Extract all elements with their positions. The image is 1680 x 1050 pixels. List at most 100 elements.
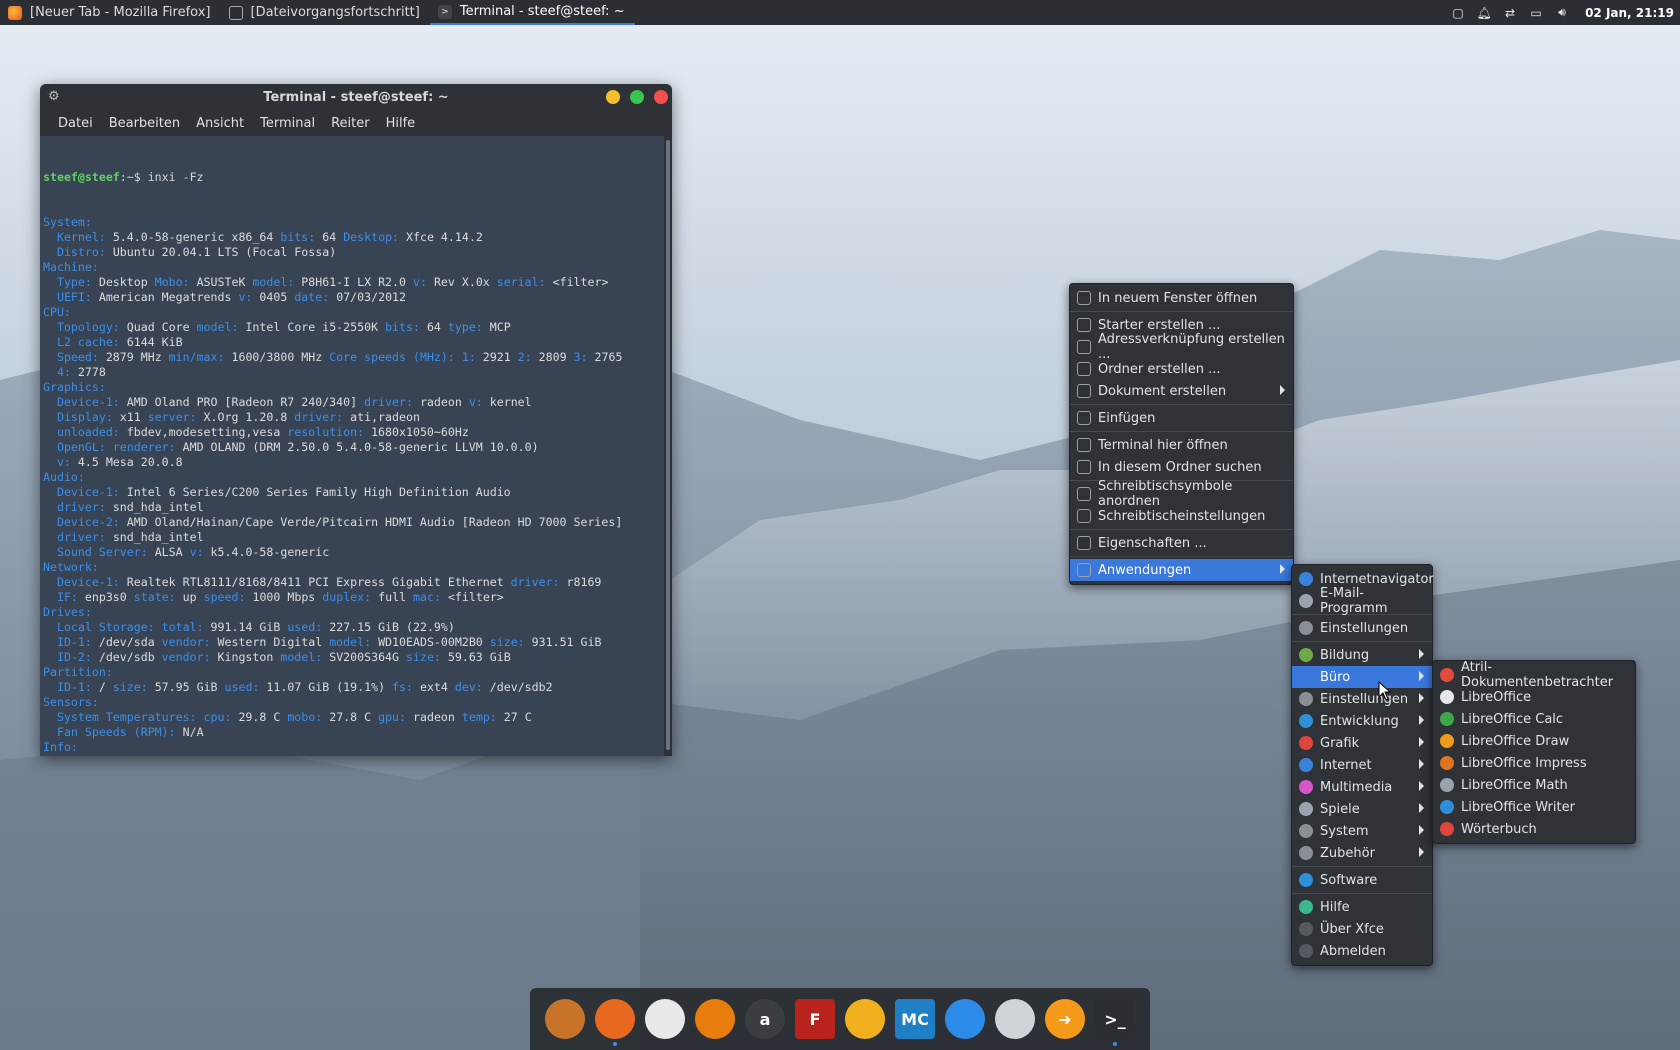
taskbar-item-terminal[interactable]: > Terminal - steef@steef: ~ <box>429 0 635 25</box>
apps-menu-item-grafik[interactable]: Grafik <box>1292 732 1432 754</box>
output-key: size: <box>112 680 155 694</box>
office-menu-item-libreoffice-writer[interactable]: LibreOffice Writer <box>1433 796 1635 818</box>
context-menu-item-adressverknupfung-erstellen[interactable]: Adressverknüpfung erstellen ... <box>1070 332 1293 362</box>
output-key: Kernel: <box>43 230 113 244</box>
clipboard-icon[interactable]: ▢ <box>1451 6 1465 20</box>
menu-hilfe[interactable]: Hilfe <box>378 116 424 131</box>
finder-face-icon[interactable] <box>945 999 985 1039</box>
output-value: AMD Oland/Hainan/Cape Verde/Pitcairn HDM… <box>126 515 623 529</box>
menu-reiter[interactable]: Reiter <box>323 116 378 131</box>
taskbar-item-file-progress[interactable]: [Dateivorgangsfortschritt] <box>221 0 430 25</box>
apps-menu-item-einstellungen[interactable]: Einstellungen <box>1292 688 1432 710</box>
apps-menu-item-software[interactable]: Software <box>1292 869 1432 891</box>
apps-menu-item-zubehor[interactable]: Zubehör <box>1292 842 1432 864</box>
terminal-dock-icon[interactable]: >_ <box>1095 999 1135 1046</box>
context-menu-item-ordner-erstellen[interactable]: Ordner erstellen ... <box>1070 358 1293 380</box>
apps-menu-item-spiele[interactable]: Spiele <box>1292 798 1432 820</box>
output-key: 4: <box>43 365 78 379</box>
office-menu-item-libreoffice-calc[interactable]: LibreOffice Calc <box>1433 708 1635 730</box>
close-button[interactable] <box>654 90 668 104</box>
output-key: Sensors: <box>43 695 99 709</box>
output-value: WD10EADS-00M2B0 <box>378 635 490 649</box>
output-key: Shell: <box>525 755 574 756</box>
minimize-button[interactable] <box>606 90 620 104</box>
office-menu-item-libreoffice-impress[interactable]: LibreOffice Impress <box>1433 752 1635 774</box>
maximize-button[interactable] <box>630 90 644 104</box>
network-icon[interactable]: ⇄ <box>1503 6 1517 20</box>
volume-icon[interactable]: 🔊︎ <box>1555 5 1569 20</box>
output-key: resolution: <box>287 425 372 439</box>
terminal-output[interactable]: steef@steef:~$ inxi -Fz System: Kernel: … <box>40 136 664 756</box>
output-value: Quad Core <box>126 320 197 334</box>
top-panel: [Neuer Tab - Mozilla Firefox] [Dateivorg… <box>0 0 1680 25</box>
office-menu-item-libreoffice[interactable]: LibreOffice <box>1433 686 1635 708</box>
trash-icon[interactable] <box>995 999 1035 1039</box>
apps-menu-item-system[interactable]: System <box>1292 820 1432 842</box>
apps-menu-item-uber-xfce[interactable]: Über Xfce <box>1292 918 1432 940</box>
shotwell-icon[interactable] <box>545 999 585 1039</box>
apps-menu-item-einstellungen[interactable]: Einstellungen <box>1292 617 1432 639</box>
apps-menu-item-internet[interactable]: Internet <box>1292 754 1432 776</box>
mouse-pointer-icon <box>1378 681 1392 701</box>
menu-bearbeiten[interactable]: Bearbeiten <box>101 116 188 131</box>
notification-bell-icon[interactable]: 🔔︎ <box>1476 6 1491 20</box>
office-menu-item-worterbuch[interactable]: Wörterbuch <box>1433 818 1635 840</box>
battery-icon[interactable]: ▭ <box>1529 6 1543 20</box>
context-menu-item-einfugen[interactable]: Einfügen <box>1070 407 1293 429</box>
firefox-icon[interactable] <box>595 999 635 1046</box>
context-menu-item-schreibtischeinstellungen[interactable]: Schreibtischeinstellungen <box>1070 505 1293 527</box>
dock-item-glyph: >_ <box>1104 1009 1126 1029</box>
terminal-line: ID-2: /dev/sdb vendor: Kingston model: S… <box>43 650 661 665</box>
apps-menu-item-multimedia[interactable]: Multimedia <box>1292 776 1432 798</box>
context-menu-item-schreibtischsymbole-anordnen[interactable]: Schreibtischsymbole anordnen <box>1070 479 1293 509</box>
filezilla-icon[interactable]: F <box>795 999 835 1039</box>
menu-ansicht[interactable]: Ansicht <box>188 116 252 131</box>
context-menu-item-dokument-erstellen[interactable]: Dokument erstellen <box>1070 380 1293 402</box>
office-menu-item-libreoffice-math[interactable]: LibreOffice Math <box>1433 774 1635 796</box>
output-key: Graphics: <box>43 380 106 394</box>
output-key: driver: <box>294 410 351 424</box>
menu-terminal[interactable]: Terminal <box>252 116 323 131</box>
office-icon <box>1299 670 1313 684</box>
arrow-app-icon[interactable]: ➜ <box>1045 999 1085 1039</box>
dock: a F MC ➜ >_ <box>530 988 1150 1050</box>
context-menu-item-in-diesem-ordner-suchen[interactable]: In diesem Ordner suchen <box>1070 456 1293 478</box>
context-menu-item-eigenschaften[interactable]: Eigenschaften ... <box>1070 532 1293 554</box>
output-key: speed: <box>203 590 253 604</box>
taskbar-item-firefox[interactable]: [Neuer Tab - Mozilla Firefox] <box>0 0 221 25</box>
context-menu-item-terminal-hier-offnen[interactable]: Terminal hier öffnen <box>1070 434 1293 456</box>
context-menu-item-anwendungen[interactable]: Anwendungen <box>1070 559 1293 581</box>
draw-icon <box>1440 734 1454 748</box>
output-value: ati,radeon <box>350 410 420 424</box>
terminal-titlebar[interactable]: ⚙ Terminal - steef@steef: ~ <box>40 84 672 110</box>
terminal-line: System: <box>43 215 661 230</box>
clock[interactable]: 02 Jan, 21:19 <box>1585 6 1674 20</box>
output-key: Network: <box>43 560 99 574</box>
output-value: <filter> <box>447 590 504 604</box>
output-value: 5.4.0-58-generic x86_64 <box>112 230 281 244</box>
flame-app-icon[interactable] <box>845 999 885 1039</box>
apps-menu-item-buro[interactable]: Büro <box>1292 666 1432 688</box>
context-menu-item-in-neuem-fenster-offnen[interactable]: In neuem Fenster öffnen <box>1070 287 1293 309</box>
office-menu-item-libreoffice-draw[interactable]: LibreOffice Draw <box>1433 730 1635 752</box>
apps-menu-item-entwicklung[interactable]: Entwicklung <box>1292 710 1432 732</box>
gear-icon[interactable]: ⚙ <box>48 89 60 104</box>
apps-menu-item-abmelden[interactable]: Abmelden <box>1292 940 1432 962</box>
at-sign-app-icon[interactable]: a <box>745 999 785 1039</box>
scrollbar-thumb[interactable] <box>666 140 670 750</box>
office-menu-item-atril-dokumentenbetrachter[interactable]: Atril-Dokumentenbetrachter <box>1433 660 1635 690</box>
apps-menu-item-bildung[interactable]: Bildung <box>1292 644 1432 666</box>
white-circle-app-icon[interactable] <box>645 999 685 1039</box>
output-key: v: <box>468 395 490 409</box>
settings-icon <box>1299 621 1313 635</box>
blender-icon[interactable] <box>695 999 735 1039</box>
impress-icon <box>1440 756 1454 770</box>
output-key: type: <box>447 320 490 334</box>
apps-menu-item-e-mail-programm[interactable]: E-Mail-Programm <box>1292 586 1432 616</box>
apps-menu-item-hilfe[interactable]: Hilfe <box>1292 896 1432 918</box>
terminal-scrollbar[interactable] <box>664 136 672 756</box>
output-key: model: <box>196 320 246 334</box>
terminal-window[interactable]: ⚙ Terminal - steef@steef: ~ Datei Bearbe… <box>40 84 672 756</box>
midnight-commander-icon[interactable]: MC <box>895 999 935 1039</box>
menu-datei[interactable]: Datei <box>50 116 101 131</box>
